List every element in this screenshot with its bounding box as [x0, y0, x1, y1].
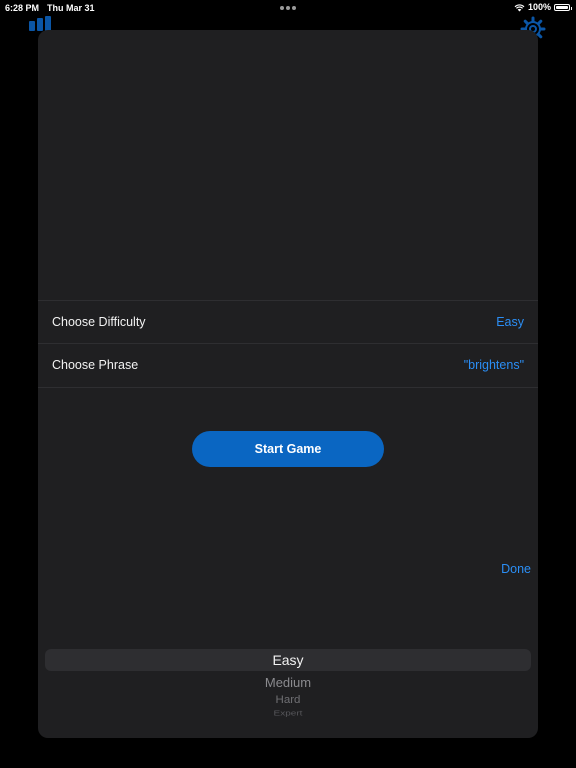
difficulty-value[interactable]: Easy — [496, 315, 524, 329]
bars-icon — [29, 16, 51, 31]
battery-fill — [556, 5, 568, 9]
difficulty-label: Choose Difficulty — [52, 315, 146, 329]
status-date: Thu Mar 31 — [47, 3, 95, 13]
done-button[interactable]: Done — [501, 562, 531, 576]
phrase-value[interactable]: "brightens" — [464, 358, 524, 372]
battery-percent: 100% — [527, 2, 551, 12]
picker-option-hard[interactable]: Hard — [38, 694, 538, 705]
battery-icon — [554, 3, 572, 11]
status-bar: 6:28 PM Thu Mar 31 100% — [0, 0, 576, 16]
screen: 6:28 PM Thu Mar 31 100% Choose Difficult… — [0, 0, 576, 768]
start-game-button[interactable]: Start Game — [192, 431, 384, 467]
row-divider — [38, 387, 538, 388]
picker-option-medium[interactable]: Medium — [38, 675, 538, 690]
multitasking-dots-icon[interactable] — [280, 6, 296, 10]
picker-option-easy[interactable]: Easy — [38, 652, 538, 668]
picker-option-expert[interactable]: Expert — [38, 710, 538, 718]
phrase-label: Choose Phrase — [52, 358, 139, 372]
difficulty-picker[interactable]: Easy Medium Hard Expert — [38, 640, 538, 720]
wifi-icon — [514, 3, 525, 11]
phrase-row[interactable]: Choose Phrase "brightens" — [38, 343, 538, 386]
status-right: 100% — [514, 2, 572, 12]
difficulty-row[interactable]: Choose Difficulty Easy — [38, 300, 538, 343]
status-time: 6:28 PM — [5, 3, 40, 13]
settings-sheet: Choose Difficulty Easy Choose Phrase "br… — [38, 30, 538, 738]
